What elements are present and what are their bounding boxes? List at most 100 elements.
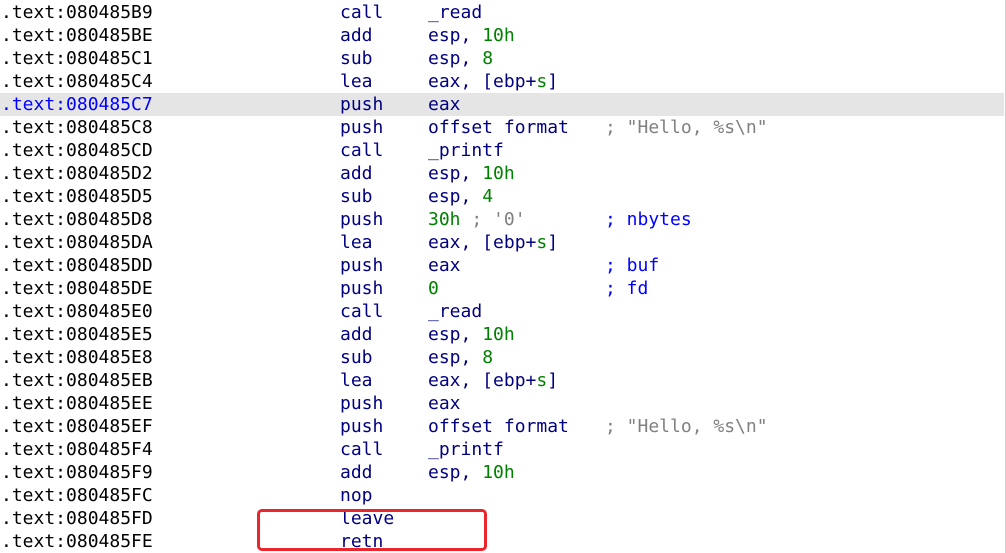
operand-field[interactable]: esp, 10h xyxy=(428,323,515,346)
operand-field[interactable]: offset format xyxy=(428,116,569,139)
operand-token: ] xyxy=(547,71,559,92)
operand-field[interactable]: _read xyxy=(428,1,482,24)
address-label: .text:080485DE xyxy=(1,278,153,299)
operand-field[interactable]: esp, 8 xyxy=(428,346,493,369)
operand-field[interactable]: esp, 10h xyxy=(428,24,515,47)
operand-token: eax, [ebp+ xyxy=(428,232,537,253)
listing-row[interactable]: .text:080485C1 sub esp, 8 xyxy=(0,47,1004,70)
address-label: .text:080485E0 xyxy=(1,301,153,322)
operand-field[interactable]: eax xyxy=(428,254,461,277)
address-label: .text:080485FE xyxy=(1,531,153,552)
operand-token: 8 xyxy=(482,48,494,69)
operand-field[interactable]: 30h ; '0' xyxy=(428,208,526,231)
mnemonic-label: push xyxy=(340,117,384,138)
operand-field[interactable]: esp, 8 xyxy=(428,47,493,70)
operand-field[interactable]: eax xyxy=(428,93,461,116)
operand-field[interactable]: offset format xyxy=(428,415,569,438)
mnemonic-label: push xyxy=(340,255,384,276)
mnemonic-label: add xyxy=(340,163,373,184)
operand-token: eax xyxy=(428,94,461,115)
operand-field[interactable]: esp, 10h xyxy=(428,461,515,484)
listing-row[interactable]: .text:080485C7 push eax xyxy=(0,93,1004,116)
listing-row[interactable]: .text:080485C8 push offset format ; "Hello,… xyxy=(0,116,1004,139)
comment-field: ; "Hello, %s\n" xyxy=(605,415,768,438)
listing-row[interactable]: .text:080485DE push 0 ; fd xyxy=(0,277,1004,300)
operand-token: offset format xyxy=(428,416,569,437)
operand-token: s xyxy=(536,71,548,92)
comment-field: ; fd xyxy=(605,277,648,300)
listing-row[interactable]: .text:080485C4 lea eax, [ebp+s] xyxy=(0,70,1004,93)
operand-field[interactable]: eax, [ebp+s] xyxy=(428,369,558,392)
listing-row[interactable]: .text:080485F4 call _printf xyxy=(0,438,1004,461)
listing-row[interactable]: .text:080485EE push eax xyxy=(0,392,1004,415)
operand-field[interactable]: _printf xyxy=(428,139,504,162)
operand-token: s xyxy=(536,370,548,391)
operand-field[interactable]: eax, [ebp+s] xyxy=(428,231,558,254)
address-label: .text:080485FD xyxy=(1,508,153,529)
address-label: .text:080485EF xyxy=(1,416,153,437)
address-label: .text:080485DA xyxy=(1,232,153,253)
listing-row[interactable]: .text:080485E8 sub esp, 8 xyxy=(0,346,1004,369)
mnemonic-label: add xyxy=(340,462,373,483)
address-label: .text:080485C7 xyxy=(1,94,153,115)
operand-token: 10h xyxy=(482,163,515,184)
operand-token: esp, xyxy=(428,48,483,69)
operand-field[interactable]: eax, [ebp+s] xyxy=(428,70,558,93)
comment-token: ; buf xyxy=(605,255,660,276)
listing-row[interactable]: .text:080485E5 add esp, 10h xyxy=(0,323,1004,346)
operand-token: 4 xyxy=(482,186,494,207)
address-label: .text:080485C4 xyxy=(1,71,153,92)
listing-row[interactable]: .text:080485DD push eax ; buf xyxy=(0,254,1004,277)
disassembly-listing[interactable]: .text:080485B9 call _read .text:080485BE add… xyxy=(0,0,1006,553)
listing-row[interactable]: .text:080485EB lea eax, [ebp+s] xyxy=(0,369,1004,392)
mnemonic-label: leave xyxy=(340,508,395,529)
mnemonic-label: push xyxy=(340,94,384,115)
mnemonic-label: push xyxy=(340,209,384,230)
listing-row[interactable]: .text:080485FC nop xyxy=(0,484,1004,507)
listing-row[interactable]: .text:080485BE add esp, 10h xyxy=(0,24,1004,47)
listing-row[interactable]: .text:080485F9 add esp, 10h xyxy=(0,461,1004,484)
mnemonic-label: add xyxy=(340,25,373,46)
operand-field[interactable]: _read xyxy=(428,300,482,323)
operand-token: eax, [ebp+ xyxy=(428,71,537,92)
operand-field[interactable]: esp, 10h xyxy=(428,162,515,185)
comment-token: ; "Hello, %s\n" xyxy=(605,416,768,437)
operand-field[interactable]: eax xyxy=(428,392,461,415)
mnemonic-label: call xyxy=(340,2,384,23)
listing-row[interactable]: .text:080485DA lea eax, [ebp+s] xyxy=(0,231,1004,254)
operand-token: 10h xyxy=(482,25,515,46)
operand-field[interactable]: esp, 4 xyxy=(428,185,493,208)
listing-row[interactable]: .text:080485E0 call _read xyxy=(0,300,1004,323)
listing-row[interactable]: .text:080485FD leave xyxy=(0,507,1004,530)
listing-row[interactable]: .text:080485B9 call _read xyxy=(0,1,1004,24)
listing-row[interactable]: .text:080485EF push offset format ; "Hello,… xyxy=(0,415,1004,438)
operand-token: esp, xyxy=(428,347,483,368)
listing-row[interactable]: .text:080485CD call _printf xyxy=(0,139,1004,162)
operand-token: esp, xyxy=(428,163,483,184)
operand-token: _printf xyxy=(428,439,504,460)
mnemonic-label: push xyxy=(340,393,384,414)
operand-token: _printf xyxy=(428,140,504,161)
listing-row[interactable]: .text:080485D8 push 30h ; '0' ; nbytes xyxy=(0,208,1004,231)
operand-field[interactable]: 0 xyxy=(428,277,439,300)
operand-field[interactable]: _printf xyxy=(428,438,504,461)
comment-field: ; buf xyxy=(605,254,659,277)
listing-row[interactable]: .text:080485D5 sub esp, 4 xyxy=(0,185,1004,208)
mnemonic-label: nop xyxy=(340,485,373,506)
mnemonic-label: call xyxy=(340,439,384,460)
operand-token: ] xyxy=(547,232,559,253)
comment-field: ; nbytes xyxy=(605,208,692,231)
address-label: .text:080485E8 xyxy=(1,347,153,368)
address-label: .text:080485CD xyxy=(1,140,153,161)
address-label: .text:080485E5 xyxy=(1,324,153,345)
mnemonic-label: push xyxy=(340,278,384,299)
comment-token: ; "Hello, %s\n" xyxy=(605,117,768,138)
mnemonic-label: push xyxy=(340,416,384,437)
address-label: .text:080485C8 xyxy=(1,117,153,138)
listing-row[interactable]: .text:080485FE retn xyxy=(0,530,1004,553)
address-label: .text:080485F9 xyxy=(1,462,153,483)
address-label: .text:080485FC xyxy=(1,485,153,506)
address-label: .text:080485C1 xyxy=(1,48,153,69)
listing-row[interactable]: .text:080485D2 add esp, 10h xyxy=(0,162,1004,185)
comment-field: ; "Hello, %s\n" xyxy=(605,116,768,139)
